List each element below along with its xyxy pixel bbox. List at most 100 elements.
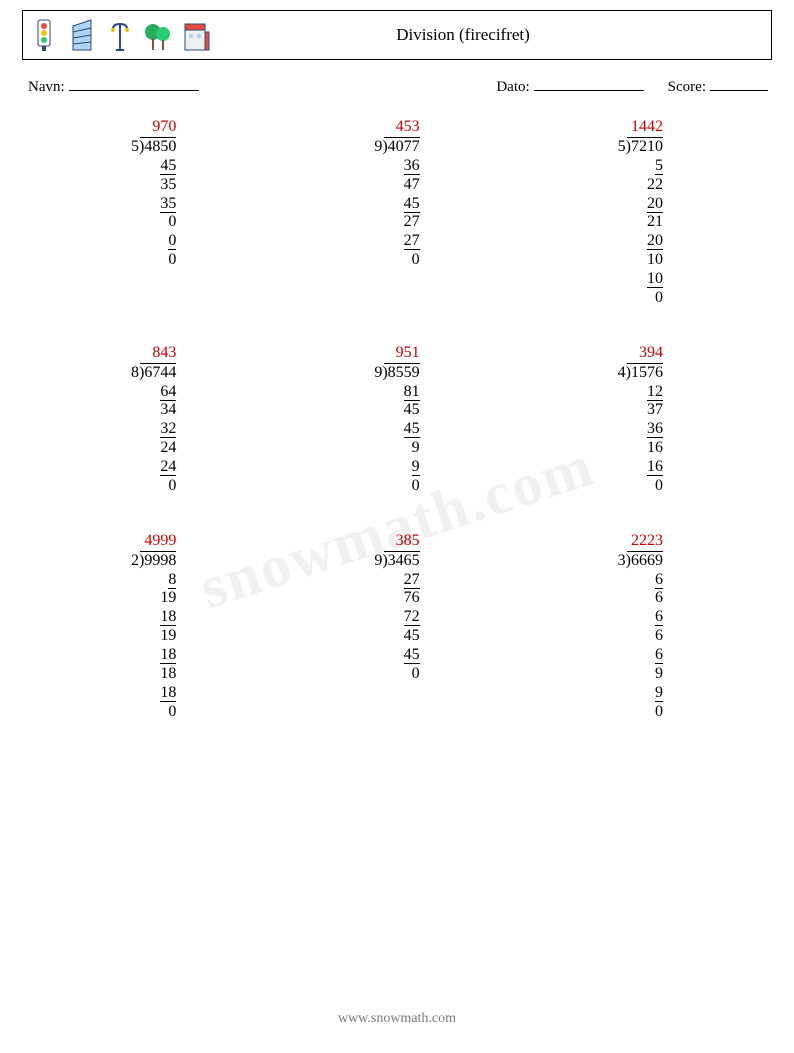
work-line: 27 <box>374 232 419 251</box>
date-label: Dato: <box>496 74 643 96</box>
work-line: 27 <box>374 571 419 590</box>
problem-grid: 9705)4850 45 35 35 0 0 0 4539)4077 36 47… <box>22 118 772 722</box>
dividend: 8559 <box>388 364 420 381</box>
work-line: 0 <box>131 232 176 251</box>
quotient: 4999 <box>140 532 176 552</box>
work-line: 45 <box>374 420 419 439</box>
division-problem: 8438)6744 64 34 32 24 24 0 <box>32 344 275 496</box>
divisor: 9) <box>374 138 387 157</box>
work-line: 76 <box>374 589 419 608</box>
work-line: 0 <box>618 703 663 722</box>
work-line: 20 <box>618 195 663 214</box>
work-line: 0 <box>374 665 419 684</box>
footer-url: www.snowmath.com <box>0 1011 794 1027</box>
division-problem: 3944)1576 12 37 36 16 16 0 <box>519 344 762 496</box>
dividend: 4077 <box>388 138 420 155</box>
work-line: 0 <box>374 251 419 270</box>
work-line: 22 <box>618 176 663 195</box>
work-line: 37 <box>618 401 663 420</box>
divisor-dividend-row: 8)6744 <box>131 364 176 383</box>
date-blank[interactable] <box>534 74 644 91</box>
work-line: 18 <box>131 684 176 703</box>
divisor-dividend-row: 9)8559 <box>374 364 419 383</box>
work-line: 45 <box>374 195 419 214</box>
work-line: 20 <box>618 232 663 251</box>
work-line: 12 <box>618 383 663 402</box>
building-icon <box>67 18 97 52</box>
work-line: 34 <box>131 401 176 420</box>
dividend: 4850 <box>144 138 176 155</box>
divisor: 3) <box>618 552 631 571</box>
quotient: 385 <box>384 532 420 552</box>
dividend: 6669 <box>631 552 663 569</box>
score-blank[interactable] <box>710 74 768 91</box>
work-line: 5 <box>618 157 663 176</box>
divisor-dividend-row: 3)6669 <box>618 552 663 571</box>
divisor-dividend-row: 9)3465 <box>374 552 419 571</box>
work-line: 6 <box>618 646 663 665</box>
divisor: 4) <box>618 364 631 383</box>
work-line: 47 <box>374 176 419 195</box>
work-line: 0 <box>131 251 176 270</box>
work-line: 35 <box>131 176 176 195</box>
divisor: 9) <box>374 364 387 383</box>
division-problem: 9519)8559 81 45 45 9 9 0 <box>275 344 518 496</box>
work-line: 6 <box>618 627 663 646</box>
worksheet-page: snowmath.com Division (firecifret) Navn:… <box>0 0 794 1053</box>
work-line: 36 <box>374 157 419 176</box>
divisor-dividend-row: 5)4850 <box>131 138 176 157</box>
dividend: 1576 <box>631 364 663 381</box>
worksheet-title: Division (firecifret) <box>211 25 765 45</box>
division-problem: 9705)4850 45 35 35 0 0 0 <box>32 118 275 308</box>
quotient: 843 <box>140 344 176 364</box>
work-line: 10 <box>618 270 663 289</box>
work-line: 32 <box>131 420 176 439</box>
work-line: 9 <box>374 458 419 477</box>
quotient: 2223 <box>627 532 663 552</box>
work-line: 16 <box>618 458 663 477</box>
trees-icon <box>143 18 173 52</box>
work-line: 0 <box>618 477 663 496</box>
quotient: 970 <box>140 118 176 138</box>
divisor: 5) <box>618 138 631 157</box>
work-line: 9 <box>618 684 663 703</box>
work-line: 6 <box>618 571 663 590</box>
work-line: 6 <box>618 608 663 627</box>
division-problem: 49992)9998 8 19 18 19 18 18 18 0 <box>32 532 275 722</box>
name-blank[interactable] <box>69 74 199 91</box>
work-line: 0 <box>618 289 663 308</box>
work-line: 18 <box>131 646 176 665</box>
quotient: 951 <box>384 344 420 364</box>
divisor: 9) <box>374 552 387 571</box>
work-line: 35 <box>131 195 176 214</box>
work-line: 45 <box>374 627 419 646</box>
work-line: 81 <box>374 383 419 402</box>
work-line: 0 <box>374 477 419 496</box>
work-line: 18 <box>131 608 176 627</box>
quotient: 1442 <box>627 118 663 138</box>
traffic-light-icon <box>29 18 59 52</box>
work-line: 64 <box>131 383 176 402</box>
work-line: 19 <box>131 589 176 608</box>
dividend: 9998 <box>144 552 176 569</box>
shop-icon <box>181 18 211 52</box>
work-line: 45 <box>374 646 419 665</box>
work-line: 0 <box>131 213 176 232</box>
quotient: 453 <box>384 118 420 138</box>
divisor-dividend-row: 4)1576 <box>618 364 663 383</box>
street-lamp-icon <box>105 18 135 52</box>
header-icons <box>29 18 211 52</box>
division-problem: 4539)4077 36 47 45 27 27 0 <box>275 118 518 308</box>
dividend: 7210 <box>631 138 663 155</box>
work-line: 45 <box>131 157 176 176</box>
work-line: 0 <box>131 477 176 496</box>
header-bar: Division (firecifret) <box>22 10 772 60</box>
work-line: 36 <box>618 420 663 439</box>
name-label: Navn: <box>28 74 199 96</box>
work-line: 19 <box>131 627 176 646</box>
divisor: 2) <box>131 552 144 571</box>
work-line: 72 <box>374 608 419 627</box>
work-line: 18 <box>131 665 176 684</box>
work-line: 9 <box>374 439 419 458</box>
dividend: 6744 <box>144 364 176 381</box>
